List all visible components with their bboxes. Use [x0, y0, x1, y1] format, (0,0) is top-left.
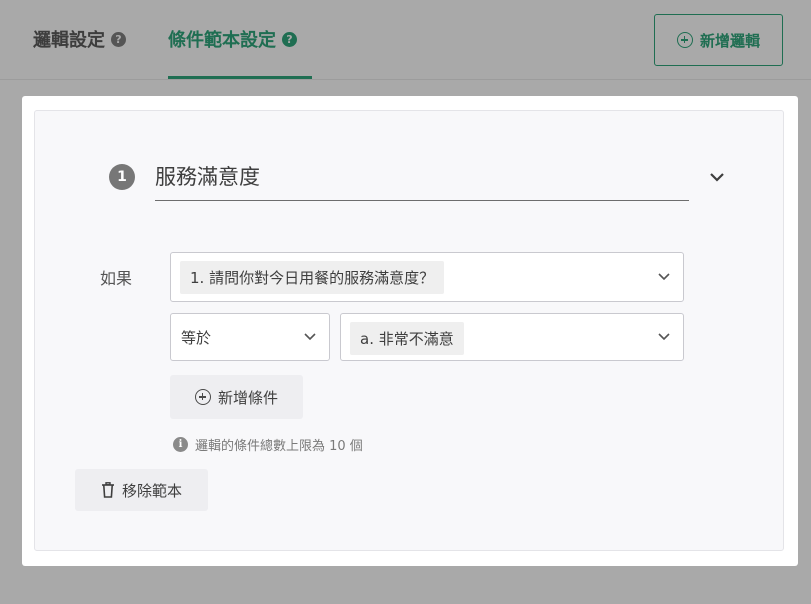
tab-label: 條件範本設定 — [168, 30, 276, 51]
template-card: 1 服務滿意度 如果 1. 請問你對今日用餐的服務滿意度？ 等於 a. 非常不滿… — [34, 110, 784, 551]
chevron-down-icon — [304, 333, 316, 341]
question-selected-value: 1. 請問你對今日用餐的服務滿意度？ — [180, 261, 445, 294]
add-condition-label: 新增條件 — [217, 388, 278, 407]
chevron-down-icon[interactable] — [707, 169, 727, 185]
tab-label: 邏輯設定 — [33, 30, 105, 51]
plus-circle-icon — [676, 32, 693, 48]
remove-template-button[interactable]: 移除範本 — [75, 469, 208, 511]
top-bar: 邏輯設定 ? 條件範本設定 ? 新增邏輯 — [0, 0, 811, 80]
answer-selected-value: a. 非常不滿意 — [350, 322, 464, 355]
chevron-down-icon — [658, 273, 670, 281]
trash-icon — [101, 482, 114, 498]
info-circle-icon: i — [173, 437, 188, 452]
question-select[interactable]: 1. 請問你對今日用餐的服務滿意度？ — [170, 252, 684, 302]
tab-template-settings[interactable]: 條件範本設定 ? — [168, 26, 297, 52]
operator-select[interactable]: 等於 — [170, 313, 330, 361]
plus-circle-icon — [194, 389, 211, 405]
add-logic-button[interactable]: 新增邏輯 — [654, 14, 783, 66]
tab-logic-settings[interactable]: 邏輯設定 ? — [33, 26, 126, 52]
chevron-down-icon — [658, 333, 670, 341]
active-tab-indicator — [168, 76, 312, 79]
operator-selected-value: 等於 — [181, 329, 212, 347]
if-label: 如果 — [100, 269, 133, 288]
template-modal: 1 服務滿意度 如果 1. 請問你對今日用餐的服務滿意度？ 等於 a. 非常不滿… — [22, 96, 798, 566]
condition-limit-note: i 邏輯的條件總數上限為 10 個 — [173, 435, 363, 454]
add-logic-label: 新增邏輯 — [699, 31, 760, 50]
add-condition-button[interactable]: 新增條件 — [170, 375, 303, 419]
template-title-input[interactable]: 服務滿意度 — [155, 157, 689, 201]
question-circle-icon[interactable]: ? — [111, 31, 126, 47]
remove-template-label: 移除範本 — [121, 481, 182, 500]
condition-limit-text: 邏輯的條件總數上限為 10 個 — [195, 439, 363, 454]
template-number-badge: 1 — [109, 164, 135, 190]
question-circle-icon[interactable]: ? — [282, 31, 297, 47]
answer-select[interactable]: a. 非常不滿意 — [340, 313, 684, 361]
